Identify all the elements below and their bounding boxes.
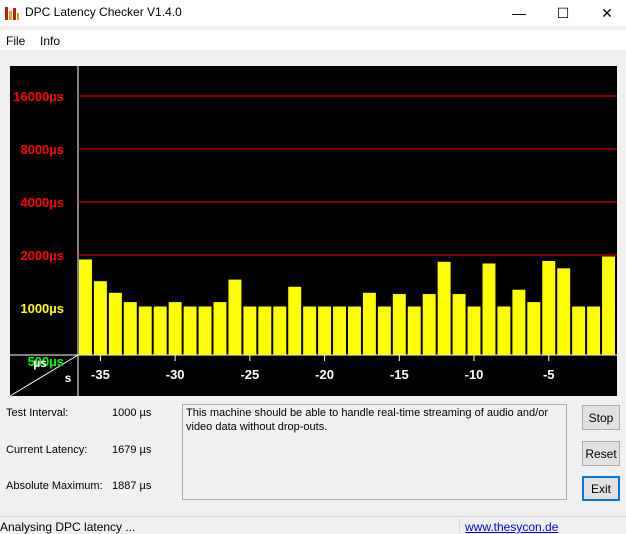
menu-file[interactable]: File xyxy=(6,34,25,48)
latency-chart: 16000µs 8000µs 4000µs 2000µs 1000µs 500µs -35-… xyxy=(0,52,626,400)
minimize-button[interactable]: — xyxy=(496,0,542,26)
latency-bar xyxy=(437,261,451,355)
y-tick-label: 1000µs xyxy=(20,301,64,316)
x-tick-label: -10 xyxy=(465,367,484,382)
latency-bar xyxy=(452,294,466,355)
y-tick-label: 2000µs xyxy=(20,248,64,263)
test-interval-label: Test Interval: xyxy=(6,407,69,419)
current-latency-value: 1679 µs xyxy=(112,444,152,456)
x-tick-label: -30 xyxy=(166,367,185,382)
close-button[interactable]: ✕ xyxy=(584,0,626,26)
latency-bar xyxy=(243,306,257,355)
latency-bar xyxy=(527,302,541,355)
status-text: Analysing DPC latency ... xyxy=(0,520,136,534)
latency-bar xyxy=(153,306,167,355)
latency-bar xyxy=(288,286,302,355)
unit-axis-label: µs xyxy=(33,356,47,370)
latency-bar xyxy=(258,306,272,355)
latency-bar xyxy=(213,302,227,355)
latency-bar xyxy=(587,306,601,355)
window-title: DPC Latency Checker V1.4.0 xyxy=(25,5,182,19)
absolute-maximum-value: 1887 µs xyxy=(112,480,152,492)
latency-bar xyxy=(422,294,436,355)
latency-bar xyxy=(482,263,496,355)
latency-bar xyxy=(407,306,421,355)
app-logo-icon xyxy=(5,7,19,20)
latency-bar xyxy=(138,306,152,355)
latency-bar xyxy=(557,268,571,355)
latency-bar xyxy=(93,281,107,355)
test-interval-value: 1000 µs xyxy=(112,407,152,419)
y-tick-label: 16000µs xyxy=(13,89,64,104)
latency-bar xyxy=(362,292,376,355)
latency-bar xyxy=(542,260,556,355)
reset-button[interactable]: Reset xyxy=(582,441,620,466)
maximize-button[interactable]: ☐ xyxy=(540,0,586,26)
title-bar: DPC Latency Checker V1.4.0 — ☐ ✕ xyxy=(0,0,626,26)
status-bar: Analysing DPC latency ... www.thesycon.d… xyxy=(0,516,626,534)
latency-bar xyxy=(198,306,212,355)
latency-bar xyxy=(123,302,137,355)
current-latency-label: Current Latency: xyxy=(6,444,88,456)
y-tick-label: 8000µs xyxy=(20,142,64,157)
latency-bar xyxy=(168,302,182,355)
latency-bar xyxy=(333,306,346,355)
latency-bar xyxy=(497,306,511,355)
status-separator xyxy=(459,519,460,533)
seconds-axis-label: s xyxy=(65,371,72,385)
latency-bar xyxy=(467,306,481,355)
latency-bar xyxy=(303,306,317,355)
absolute-maximum-label: Absolute Maximum: xyxy=(6,480,103,492)
status-message: This machine should be able to handle re… xyxy=(182,404,567,500)
latency-bar xyxy=(183,306,197,355)
menu-bar: File Info xyxy=(0,30,626,50)
latency-bar xyxy=(318,306,332,355)
x-tick-label: -5 xyxy=(543,367,555,382)
x-tick-label: -35 xyxy=(91,367,110,382)
latency-bar xyxy=(572,306,586,355)
latency-bar xyxy=(348,306,361,355)
latency-bar xyxy=(108,292,122,355)
stop-button[interactable]: Stop xyxy=(582,405,620,430)
latency-bar xyxy=(377,306,391,355)
latency-bar xyxy=(602,256,615,355)
latency-bar xyxy=(512,289,526,355)
menu-info[interactable]: Info xyxy=(40,34,60,48)
x-tick-label: -25 xyxy=(240,367,259,382)
latency-bar xyxy=(228,279,242,355)
latency-bar xyxy=(392,294,406,355)
latency-bar xyxy=(79,259,92,355)
latency-chart-svg: 16000µs8000µs4000µs2000µs1000µs500µs-35-… xyxy=(9,66,617,397)
exit-button[interactable]: Exit xyxy=(582,476,620,501)
thesycon-link[interactable]: www.thesycon.de xyxy=(465,520,558,534)
y-tick-label: 4000µs xyxy=(20,195,64,210)
latency-bar xyxy=(273,306,287,355)
x-tick-label: -15 xyxy=(390,367,409,382)
x-tick-label: -20 xyxy=(315,367,334,382)
